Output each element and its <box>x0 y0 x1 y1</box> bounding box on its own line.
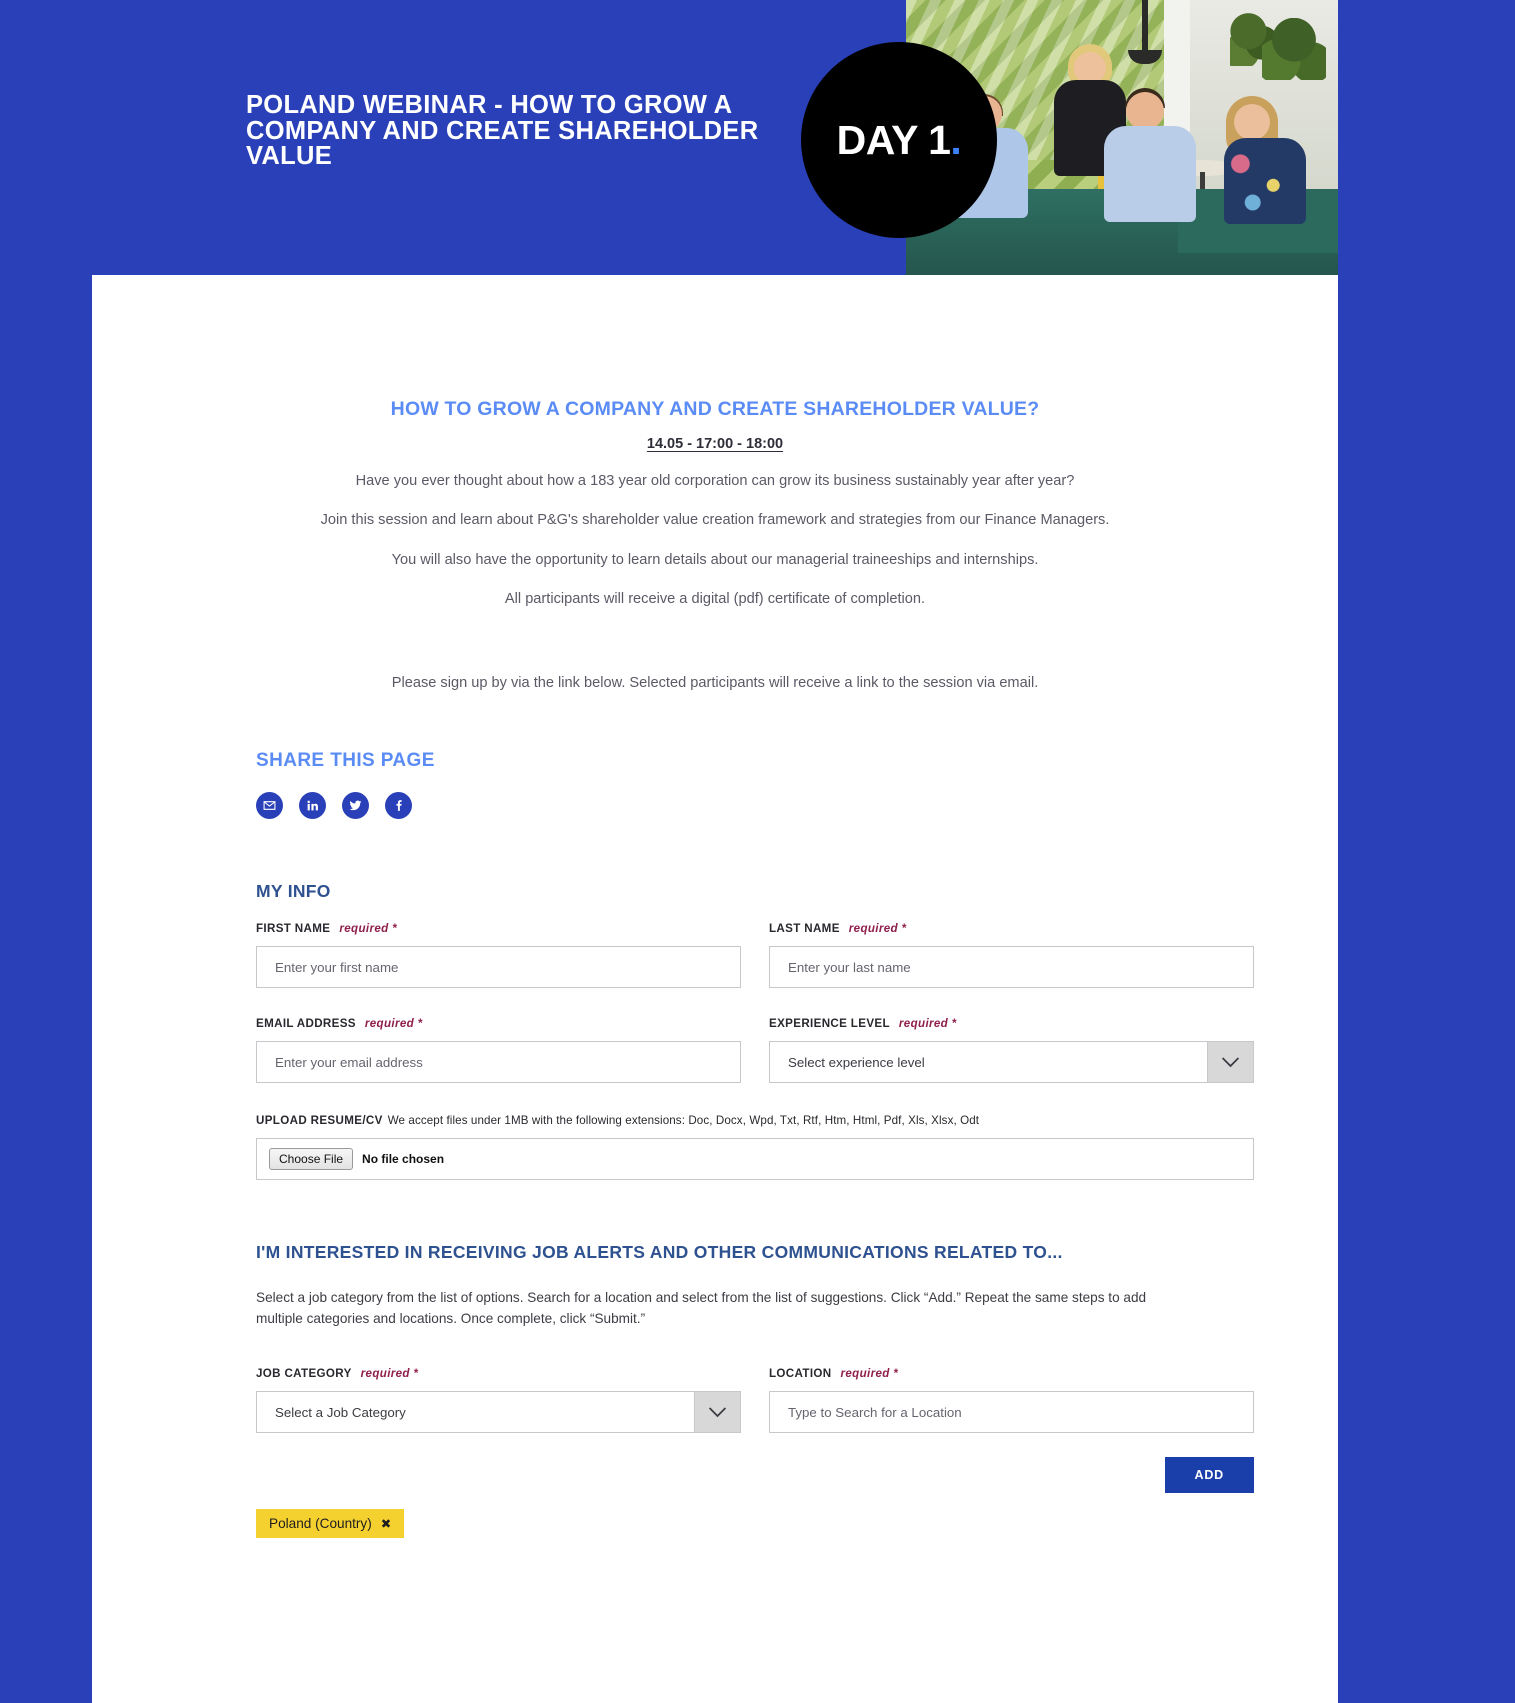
twitter-icon[interactable] <box>342 792 369 820</box>
tag-poland-country[interactable]: Poland (Country) ✖ <box>256 1509 405 1539</box>
upload-resume-group: UPLOAD RESUME/CV We accept files under 1M… <box>256 1114 1254 1181</box>
job-category-required: required * <box>360 1367 419 1381</box>
add-button-row: ADD <box>256 1457 1254 1494</box>
last-name-label-text: LAST NAME <box>769 922 840 936</box>
last-name-label: LAST NAME required * <box>769 922 1254 935</box>
job-alerts-section: I'M INTERESTED IN RECEIVING JOB ALERTS A… <box>256 1242 1254 1539</box>
experience-field-group: EXPERIENCE LEVEL required * Select experi… <box>769 1017 1254 1084</box>
location-label-text: LOCATION <box>769 1367 832 1381</box>
session-intro: HOW TO GROW A COMPANY AND CREATE SHAREHO… <box>92 275 1338 693</box>
session-paragraph-1: Have you ever thought about how a 183 ye… <box>355 473 1075 489</box>
experience-level-select[interactable]: Select experience level <box>769 1041 1254 1084</box>
upload-label: UPLOAD RESUME/CV We accept files under 1M… <box>256 1114 1254 1127</box>
facebook-icon[interactable] <box>385 792 412 820</box>
session-paragraph-4: All participants will receive a digital … <box>504 591 926 608</box>
name-row: FIRST NAME required * Enter your first na… <box>256 922 1254 989</box>
choose-file-button[interactable]: Choose File <box>269 1148 354 1171</box>
email-field[interactable]: Enter your email address <box>256 1041 741 1084</box>
email-experience-row: EMAIL ADDRESS required * Enter your email… <box>256 1017 1254 1084</box>
page-title: HOW TO GROW A COMPANY AND CREATE SHAREHO… <box>390 398 1040 420</box>
linkedin-icon[interactable] <box>299 792 326 820</box>
last-name-field-group: LAST NAME required * Enter your last name <box>769 922 1254 989</box>
first-name-required: required * <box>339 922 397 936</box>
upload-label-text: UPLOAD RESUME/CV <box>256 1114 383 1128</box>
experience-selected-value: Select experience level <box>788 1054 925 1070</box>
upload-hint: We accept files under 1MB with the follo… <box>387 1114 980 1128</box>
email-placeholder: Enter your email address <box>275 1054 423 1070</box>
first-name-input[interactable]: Enter your first name <box>256 946 741 989</box>
job-category-label: JOB CATEGORY required * <box>256 1367 741 1380</box>
hero-banner: POLAND WEBINAR - HOW TO GROW A COMPANY A… <box>0 0 1515 275</box>
close-icon[interactable]: ✖ <box>381 1516 391 1531</box>
selected-tags: Poland (Country) ✖ <box>256 1509 1254 1539</box>
job-category-selected-value: Select a Job Category <box>275 1404 406 1420</box>
file-status-text: No file chosen <box>362 1152 445 1167</box>
location-search-input[interactable]: Type to Search for a Location <box>769 1391 1254 1434</box>
location-label: LOCATION required * <box>769 1367 1254 1380</box>
first-name-field-group: FIRST NAME required * Enter your first na… <box>256 922 741 989</box>
location-placeholder: Type to Search for a Location <box>788 1404 962 1420</box>
experience-label-text: EXPERIENCE LEVEL <box>769 1017 890 1031</box>
share-icon-list <box>256 792 1338 820</box>
chevron-down-icon[interactable] <box>1207 1042 1253 1083</box>
email-label-text: EMAIL ADDRESS <box>256 1017 356 1031</box>
email-icon[interactable] <box>256 792 283 820</box>
hero-title: POLAND WEBINAR - HOW TO GROW A COMPANY A… <box>246 91 759 170</box>
session-paragraph-3: You will also have the opportunity to le… <box>391 551 1039 568</box>
content-card: HOW TO GROW A COMPANY AND CREATE SHAREHO… <box>92 275 1338 1703</box>
first-name-label: FIRST NAME required * <box>256 922 741 935</box>
last-name-placeholder: Enter your last name <box>788 959 911 975</box>
first-name-placeholder: Enter your first name <box>275 959 399 975</box>
session-date: 14.05 - 17:00 - 18:00 <box>646 436 784 452</box>
job-alerts-description: Select a job category from the list of o… <box>256 1290 1147 1327</box>
job-alerts-title: I'M INTERESTED IN RECEIVING JOB ALERTS A… <box>256 1242 1063 1263</box>
experience-label: EXPERIENCE LEVEL required * <box>769 1017 1254 1030</box>
email-field-group: EMAIL ADDRESS required * Enter your email… <box>256 1017 741 1084</box>
job-category-select[interactable]: Select a Job Category <box>256 1391 741 1434</box>
signup-note: Please sign up by via the link below. Se… <box>391 674 1039 691</box>
job-category-label-text: JOB CATEGORY <box>256 1367 352 1381</box>
add-button[interactable]: ADD <box>1164 1457 1254 1494</box>
my-info-section: MY INFO FIRST NAME required * Enter your … <box>256 881 1254 1181</box>
location-required: required * <box>840 1367 899 1381</box>
signup-form: MY INFO FIRST NAME required * Enter your … <box>92 881 1338 1539</box>
email-required: required * <box>364 1017 423 1031</box>
email-label: EMAIL ADDRESS required * <box>256 1017 741 1030</box>
last-name-required: required * <box>848 922 907 936</box>
day-badge: DAY 1. <box>801 42 997 238</box>
job-alerts-fields-row: JOB CATEGORY required * Select a Job Cate… <box>256 1367 1254 1434</box>
location-group: LOCATION required * Type to Search for a … <box>769 1367 1254 1434</box>
job-category-group: JOB CATEGORY required * Select a Job Cate… <box>256 1367 741 1434</box>
experience-required: required * <box>898 1017 957 1031</box>
tag-label: Poland (Country) <box>269 1516 372 1532</box>
last-name-input[interactable]: Enter your last name <box>769 946 1254 989</box>
day-badge-dot: . <box>950 116 962 163</box>
session-paragraph-2: Join this session and learn about P&G's … <box>320 512 1110 529</box>
file-upload-input[interactable]: Choose File No file chosen <box>256 1138 1254 1181</box>
my-info-title: MY INFO <box>256 881 331 902</box>
chevron-down-icon[interactable] <box>694 1392 740 1433</box>
first-name-label-text: FIRST NAME <box>256 922 331 936</box>
share-section: SHARE THIS PAGE <box>92 750 1338 820</box>
day-badge-label: DAY 1 <box>836 116 951 163</box>
share-title: SHARE THIS PAGE <box>256 750 435 772</box>
